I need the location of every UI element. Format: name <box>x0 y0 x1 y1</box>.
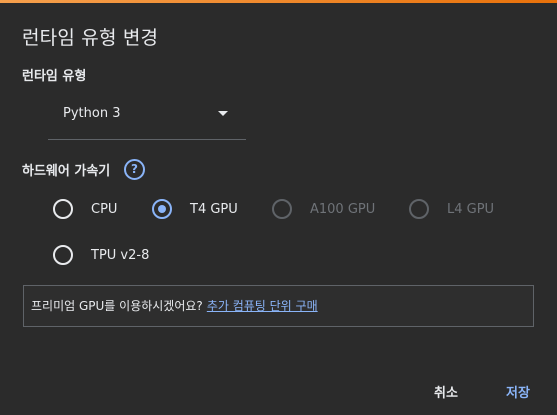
radio-circle-icon <box>272 199 292 219</box>
radio-label: CPU <box>91 201 118 217</box>
radio-label: L4 GPU <box>447 201 495 217</box>
save-button[interactable]: 저장 <box>506 382 530 401</box>
help-icon[interactable]: ? <box>124 159 145 180</box>
hardware-accelerator-label: 하드웨어 가속기 <box>22 164 111 179</box>
cancel-button[interactable]: 취소 <box>434 382 458 401</box>
progress-accent-bar <box>0 0 557 3</box>
dialog-title: 런타임 유형 변경 <box>22 27 159 49</box>
radio-t4-gpu[interactable]: T4 GPU <box>152 199 238 219</box>
change-runtime-dialog: 런타임 유형 변경 런타임 유형 Python 3 하드웨어 가속기 ? CPU… <box>0 0 557 415</box>
premium-gpu-banner: 프리미엄 GPU를 이용하시겠어요? 추가 컴퓨팅 단위 구매 <box>23 285 534 327</box>
radio-cpu[interactable]: CPU <box>53 199 117 219</box>
radio-circle-icon <box>53 245 73 265</box>
promo-text: 프리미엄 GPU를 이용하시겠어요? <box>31 299 203 313</box>
radio-label: TPU v2-8 <box>91 247 150 263</box>
runtime-type-value: Python 3 <box>63 106 121 121</box>
runtime-type-select[interactable]: Python 3 <box>48 98 246 140</box>
radio-l4-gpu[interactable]: L4 GPU <box>409 199 494 219</box>
promo-message: 프리미엄 GPU를 이용하시겠어요? 추가 컴퓨팅 단위 구매 <box>31 297 318 314</box>
radio-circle-icon <box>152 199 172 219</box>
buy-compute-units-link[interactable]: 추가 컴퓨팅 단위 구매 <box>207 299 318 313</box>
radio-label: T4 GPU <box>190 201 238 217</box>
radio-a100-gpu[interactable]: A100 GPU <box>272 199 375 219</box>
chevron-down-icon <box>218 111 228 116</box>
radio-tpu-v2-8[interactable]: TPU v2-8 <box>53 245 149 265</box>
runtime-type-label: 런타임 유형 <box>22 69 87 84</box>
radio-circle-icon <box>409 199 429 219</box>
radio-label: A100 GPU <box>310 201 376 217</box>
radio-circle-icon <box>53 199 73 219</box>
